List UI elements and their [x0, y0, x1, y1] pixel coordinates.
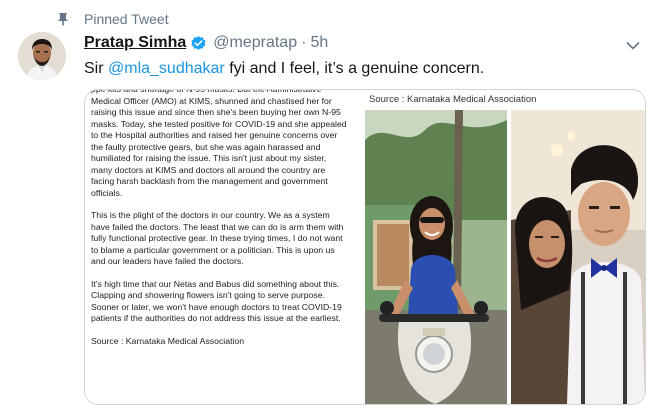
- mention-link[interactable]: @mla_sudhakar: [108, 60, 225, 77]
- pin-icon: [56, 12, 70, 26]
- letter-image[interactable]: ppe kits and shortage of N-95 masks. But…: [85, 90, 355, 404]
- avatar[interactable]: [18, 32, 66, 80]
- tweet-media[interactable]: ppe kits and shortage of N-95 masks. But…: [84, 89, 646, 405]
- couple-photo: [511, 110, 645, 404]
- tweet-text-prefix: Sir: [84, 60, 108, 77]
- tweet-timestamp[interactable]: 5h: [310, 34, 328, 52]
- letter-source: Source : Karnataka Medical Association: [91, 335, 245, 346]
- photo-image[interactable]: Source : Karnataka Medical Association: [355, 90, 645, 404]
- scooter-photo: [365, 110, 507, 404]
- tweet-text: Sir @mla_sudhakar fyi and I feel, it’s a…: [84, 60, 484, 78]
- photo-source-caption: Source : Karnataka Medical Association: [369, 94, 537, 105]
- letter-paragraph: It's high time that our Netas and Babus …: [91, 278, 342, 324]
- tweet-text-suffix: fyi and I feel, it’s a genuine concern.: [224, 60, 485, 77]
- letter-paragraph: ppe kits and shortage of N-95 masks. But…: [91, 90, 347, 198]
- pinned-label: Pinned Tweet: [84, 11, 169, 27]
- chevron-down-icon[interactable]: [626, 38, 640, 50]
- author-display-name[interactable]: Pratap Simha: [84, 34, 186, 52]
- separator-dot: ·: [301, 34, 307, 51]
- pinned-tweet-indicator: Pinned Tweet: [56, 11, 169, 27]
- tweet-header: Pratap Simha @mepratap · 5h: [84, 34, 328, 52]
- letter-paragraph: This is the plight of the doctors in our…: [91, 210, 344, 266]
- author-handle[interactable]: @mepratap: [213, 34, 297, 52]
- verified-badge-icon: [190, 35, 207, 52]
